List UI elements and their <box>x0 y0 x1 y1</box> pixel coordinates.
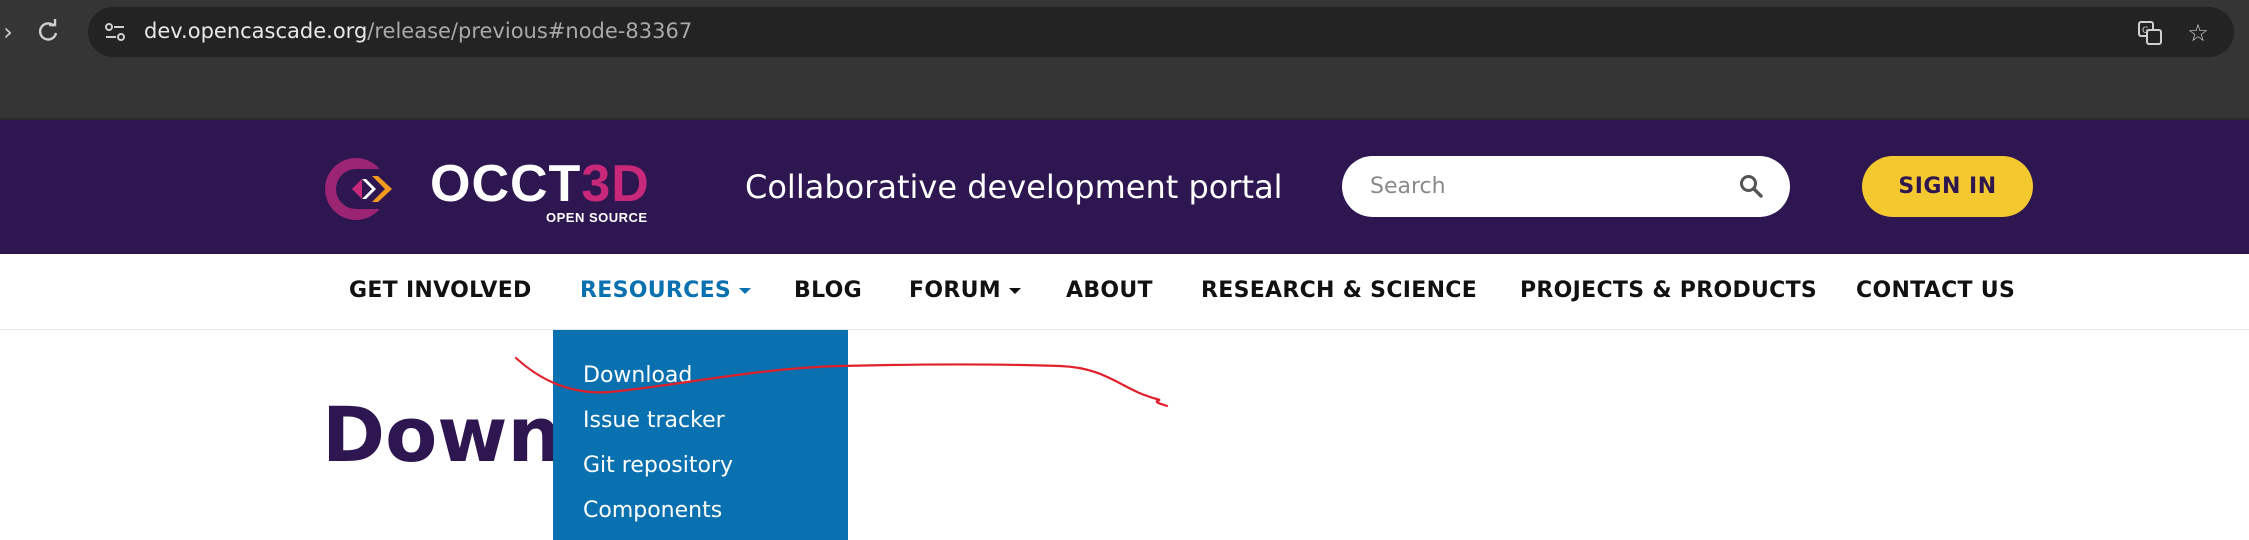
resources-dropdown-menu: Download Issue tracker Git repository Co… <box>553 330 848 540</box>
search-box <box>1342 156 1790 217</box>
nav-item-forum[interactable]: FORUM <box>909 278 1021 303</box>
sign-in-button[interactable]: SIGN IN <box>1862 156 2033 217</box>
logo-wordmark: OCCT3D <box>430 154 650 214</box>
reload-icon[interactable] <box>32 16 64 48</box>
forward-icon[interactable]: › <box>0 16 24 48</box>
caret-down-icon <box>739 288 752 294</box>
search-input[interactable] <box>1370 170 1730 202</box>
site-header: OCCT3D OPEN SOURCE Collaborative develop… <box>0 120 2249 254</box>
nav-item-resources[interactable]: RESOURCES <box>580 278 752 303</box>
url-text[interactable]: dev.opencascade.org/release/previous#nod… <box>144 19 692 43</box>
nav-item-label: RESEARCH & SCIENCE <box>1201 278 1478 303</box>
dropdown-item-git-repository[interactable]: Git repository <box>583 453 733 478</box>
bookmarks-bar <box>0 64 2249 120</box>
nav-item-about[interactable]: ABOUT <box>1066 278 1153 303</box>
occt3d-logo[interactable]: OCCT3D OPEN SOURCE <box>322 154 662 225</box>
nav-item-research-science[interactable]: RESEARCH & SCIENCE <box>1201 278 1477 303</box>
address-bar[interactable]: dev.opencascade.org/release/previous#nod… <box>88 7 2234 57</box>
caret-down-icon <box>1008 288 1021 294</box>
site-tagline: Collaborative development portal <box>745 168 1283 206</box>
url-path: /release/previous#node-83367 <box>367 19 693 43</box>
nav-item-blog[interactable]: BLOG <box>794 278 862 303</box>
nav-item-projects-products[interactable]: PROJECTS & PRODUCTS <box>1520 278 1817 303</box>
nav-item-get-involved[interactable]: GET INVOLVED <box>349 278 532 303</box>
svg-text:G: G <box>2142 26 2149 36</box>
logo-mark-icon <box>325 158 396 220</box>
logo-text: OCCT <box>430 155 582 213</box>
main-nav: GET INVOLVED RESOURCES BLOG FORUM ABOUT … <box>0 254 2249 330</box>
nav-item-label: CONTACT US <box>1856 278 2016 303</box>
logo-subtext: OPEN SOURCE <box>546 210 648 225</box>
translate-icon[interactable]: G <box>2136 19 2164 47</box>
dropdown-item-download[interactable]: Download <box>583 363 692 388</box>
browser-chrome: › dev.opencascade.org/release/previous#n… <box>0 0 2249 120</box>
url-host: dev.opencascade.org <box>144 19 368 43</box>
page-title: Down <box>322 390 562 479</box>
nav-item-label: FORUM <box>909 278 1001 303</box>
logo-text-accent: 3D <box>581 155 650 213</box>
nav-item-label: ABOUT <box>1066 278 1153 303</box>
nav-item-label: PROJECTS & PRODUCTS <box>1520 278 1818 303</box>
browser-toolbar: › dev.opencascade.org/release/previous#n… <box>0 0 2249 64</box>
search-icon[interactable] <box>1738 173 1764 199</box>
nav-item-label: BLOG <box>794 278 862 303</box>
dropdown-item-components[interactable]: Components <box>583 498 722 523</box>
dropdown-item-issue-tracker[interactable]: Issue tracker <box>583 408 725 433</box>
nav-item-label: GET INVOLVED <box>349 278 532 303</box>
nav-item-contact-us[interactable]: CONTACT US <box>1856 278 2015 303</box>
site-info-icon[interactable] <box>102 19 128 45</box>
nav-item-label: RESOURCES <box>580 278 732 303</box>
bookmark-star-icon[interactable]: ☆ <box>2184 19 2212 47</box>
